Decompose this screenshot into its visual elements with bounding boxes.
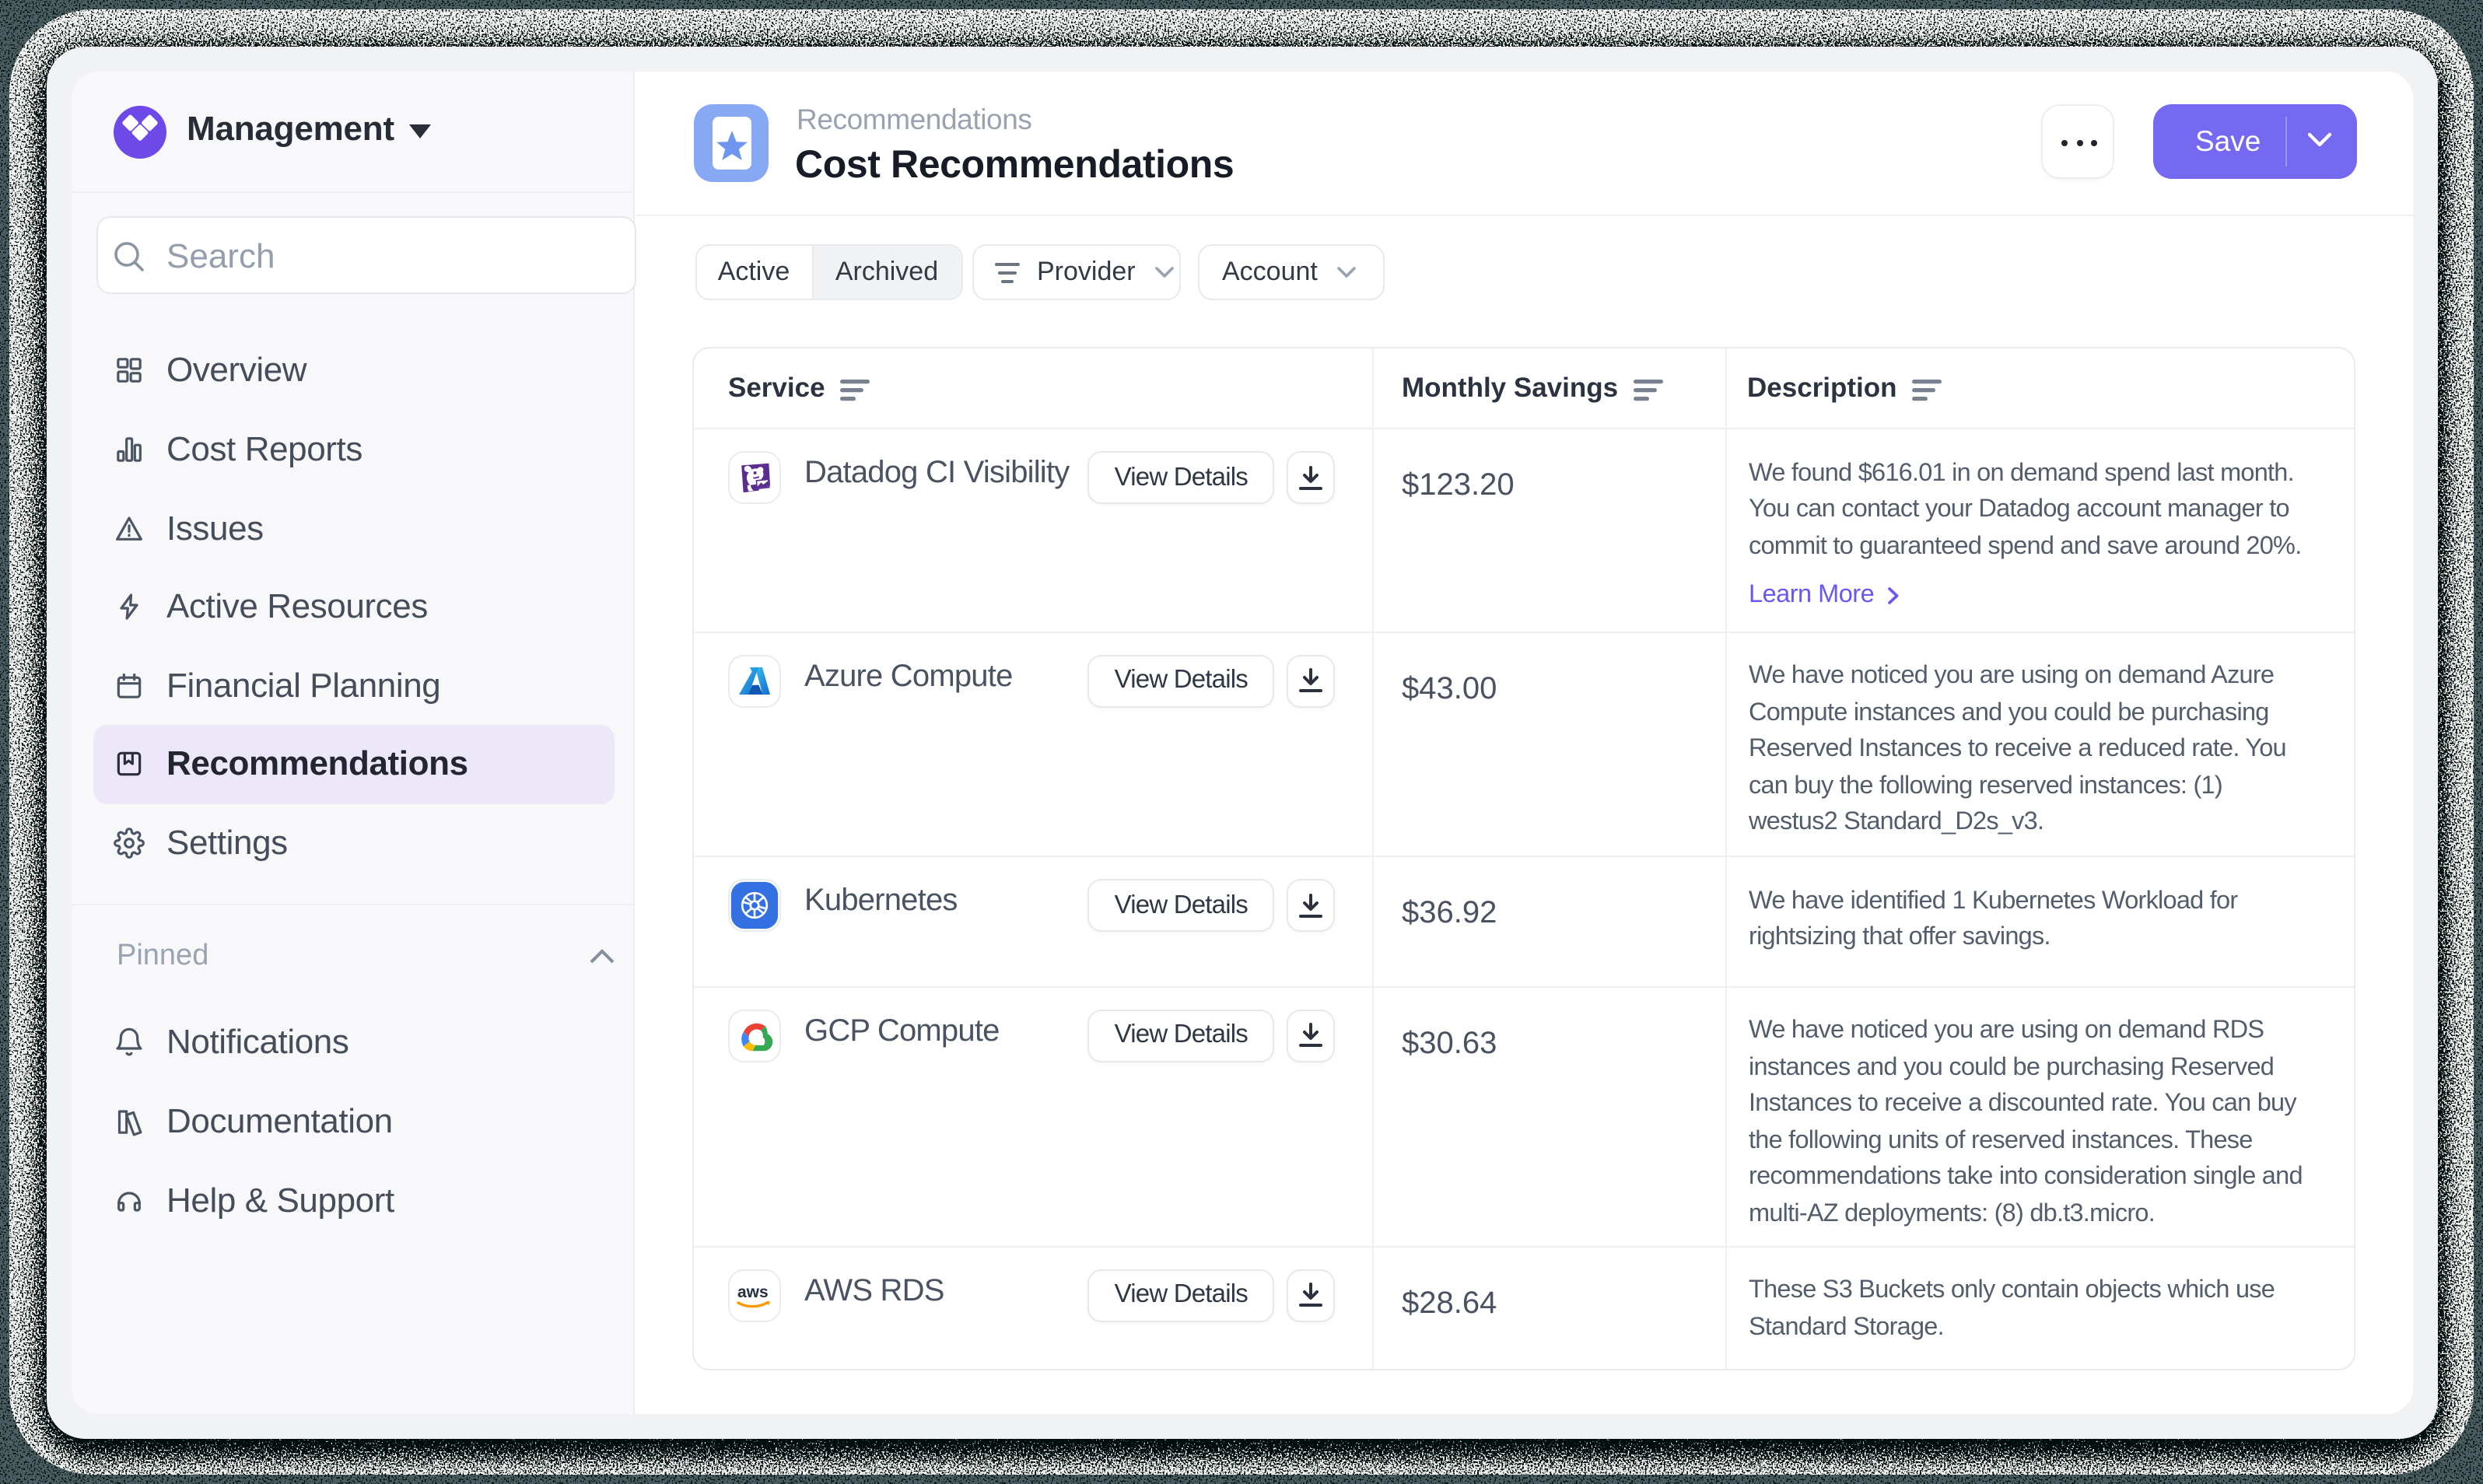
svg-text:aws: aws [737,1283,769,1300]
